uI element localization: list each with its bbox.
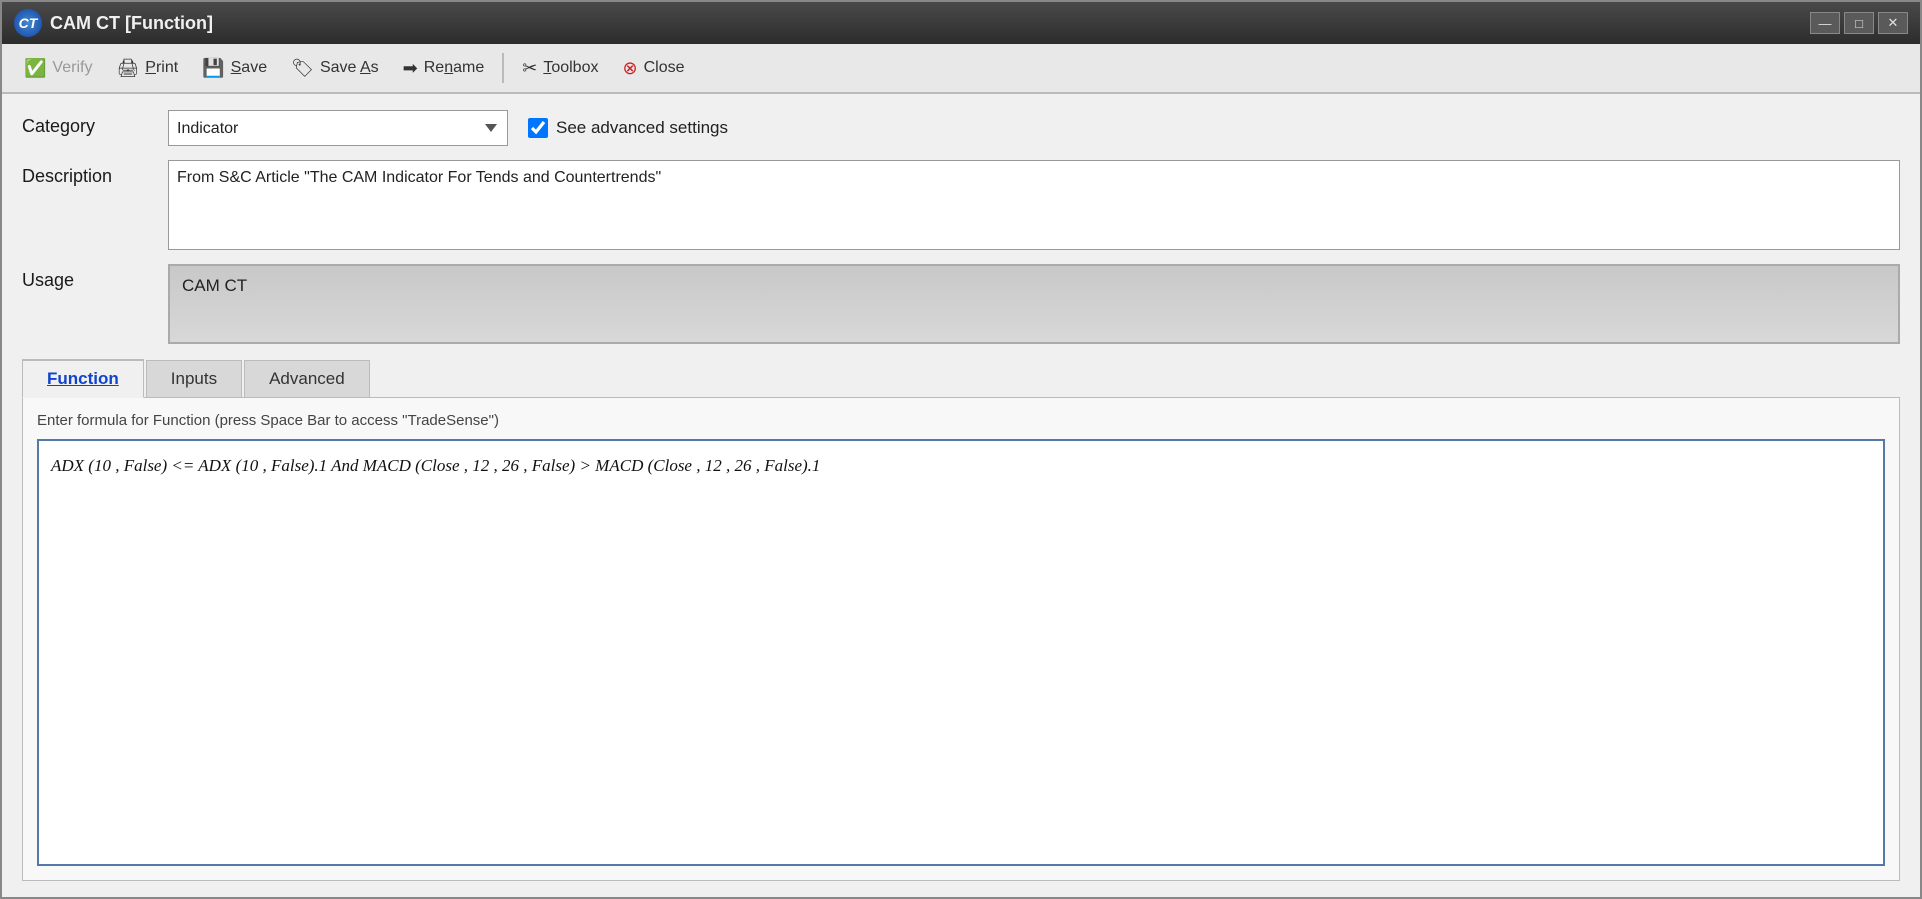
tab-function-label: Function	[47, 369, 119, 388]
usage-field: CAM CT	[168, 264, 1900, 344]
usage-value: CAM CT	[182, 276, 247, 296]
title-bar-controls: — □ ✕	[1810, 12, 1908, 34]
save-label: Save	[231, 59, 267, 77]
usage-row: Usage CAM CT	[22, 264, 1900, 344]
description-row: Description	[22, 160, 1900, 250]
verify-icon: ✅	[24, 58, 46, 79]
description-label: Description	[22, 160, 152, 187]
rename-label: Rename	[424, 59, 484, 77]
tab-advanced-label: Advanced	[269, 369, 345, 388]
tab-inputs-label: Inputs	[171, 369, 217, 388]
toolbar: ✅ Verify 🖨 Print 💾 Save 🏷 Save As ➡ Rena…	[2, 44, 1920, 94]
tabs-row: Function Inputs Advanced	[22, 358, 1900, 397]
window-close-button[interactable]: ✕	[1878, 12, 1908, 34]
tab-inputs[interactable]: Inputs	[146, 360, 242, 398]
save-as-icon: 🏷	[291, 58, 314, 79]
toolbox-button[interactable]: ✂ Toolbox	[512, 54, 608, 83]
advanced-settings-container: See advanced settings	[528, 118, 728, 138]
rename-button[interactable]: ➡ Rename	[393, 54, 495, 83]
title-bar-left: CT CAM CT [Function]	[14, 9, 213, 37]
close-label: Close	[644, 59, 685, 77]
tab-panel-function: Enter formula for Function (press Space …	[22, 397, 1900, 881]
content-area: Category Indicator Strategy Function See…	[2, 94, 1920, 897]
usage-label: Usage	[22, 264, 152, 291]
tab-advanced[interactable]: Advanced	[244, 360, 370, 398]
verify-button[interactable]: ✅ Verify	[14, 54, 102, 83]
save-as-label: Save As	[320, 59, 379, 77]
toolbox-label: Toolbox	[543, 59, 598, 77]
print-button[interactable]: 🖨 Print	[106, 54, 188, 83]
toolbar-separator	[502, 53, 504, 83]
minimize-button[interactable]: —	[1810, 12, 1840, 34]
toolbox-icon: ✂	[522, 58, 537, 79]
app-icon: CT	[14, 9, 42, 37]
category-row: Category Indicator Strategy Function See…	[22, 110, 1900, 146]
advanced-settings-checkbox[interactable]	[528, 118, 548, 138]
print-icon: 🖨	[116, 58, 139, 79]
formula-editor[interactable]	[37, 439, 1885, 866]
close-icon: ⊗	[622, 58, 637, 79]
formula-hint: Enter formula for Function (press Space …	[37, 412, 1885, 429]
category-label: Category	[22, 110, 152, 137]
close-button[interactable]: ⊗ Close	[612, 54, 694, 83]
print-label: Print	[145, 59, 178, 77]
category-controls: Indicator Strategy Function See advanced…	[168, 110, 1900, 146]
category-select[interactable]: Indicator Strategy Function	[168, 110, 508, 146]
advanced-settings-label[interactable]: See advanced settings	[556, 118, 728, 138]
tabs-container: Function Inputs Advanced Enter formula f…	[22, 358, 1900, 881]
description-textarea[interactable]	[168, 160, 1900, 250]
main-window: CT CAM CT [Function] — □ ✕ ✅ Verify 🖨 Pr…	[0, 0, 1922, 899]
app-icon-text: CT	[19, 15, 38, 31]
verify-label: Verify	[52, 59, 92, 77]
save-as-button[interactable]: 🏷 Save As	[281, 54, 389, 83]
title-bar: CT CAM CT [Function] — □ ✕	[2, 2, 1920, 44]
save-icon: 💾	[202, 58, 224, 79]
tab-function[interactable]: Function	[22, 359, 144, 398]
save-button[interactable]: 💾 Save	[192, 54, 277, 83]
window-title: CAM CT [Function]	[50, 13, 213, 34]
rename-icon: ➡	[403, 58, 418, 79]
maximize-button[interactable]: □	[1844, 12, 1874, 34]
